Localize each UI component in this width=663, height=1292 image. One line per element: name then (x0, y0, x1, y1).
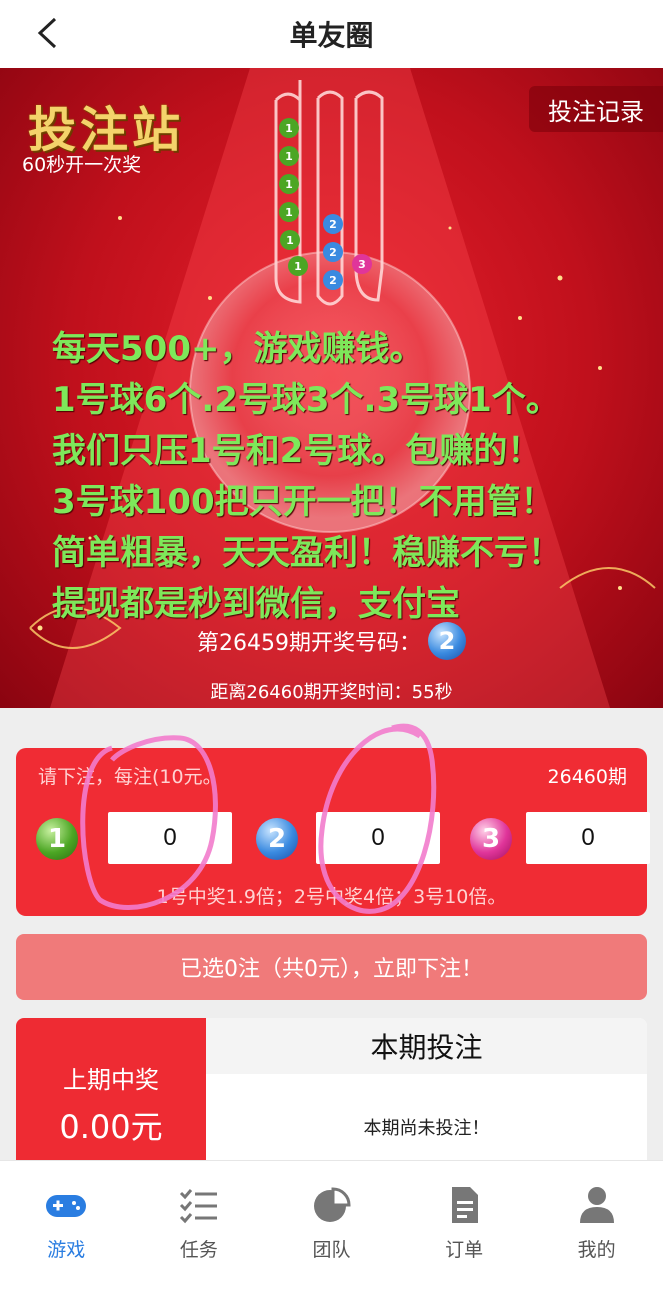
tab-profile[interactable]: 我的 (530, 1161, 663, 1292)
draw-label: 第26459期开奖号码： (197, 631, 421, 656)
draw-frequency-text: 60秒开一次奖 (22, 154, 142, 176)
tab-label: 团队 (312, 1239, 351, 1261)
bet-period: 26460期 (547, 766, 627, 788)
ball-2-bet-input[interactable] (316, 812, 440, 864)
promo-line: 每天500+，游戏赚钱。 (52, 329, 424, 369)
promo-text-block: 每天500+，游戏赚钱。 1号球6个.2号球3个.3号球1个。 我们只压1号和2… (52, 324, 562, 630)
ball-3-icon: 3 (470, 818, 512, 860)
tab-team[interactable]: 团队 (265, 1161, 398, 1292)
back-button[interactable] (22, 8, 72, 58)
ball-2-icon: 2 (256, 818, 298, 860)
svg-text:2: 2 (329, 274, 337, 287)
svg-text:2: 2 (329, 218, 337, 231)
tab-label: 游戏 (47, 1239, 86, 1261)
user-icon (579, 1187, 614, 1223)
place-bet-button[interactable]: 已选0注（共0元），立即下注！ (16, 934, 647, 1000)
bet-record-button[interactable]: 投注记录 (529, 86, 663, 132)
tab-orders[interactable]: 订单 (398, 1161, 531, 1292)
svg-text:1: 1 (285, 150, 293, 163)
tab-label: 任务 (179, 1239, 218, 1261)
lottery-banner: 1 1 1 1 1 1 2 2 2 3 投注站 60秒开一次奖 投注记录 每天5… (0, 68, 663, 708)
odds-text: 1号中奖1.9倍；2号中奖4倍；3号10倍。 (156, 886, 507, 908)
page-title: 单友圈 (289, 19, 374, 52)
gamepad-icon (46, 1195, 87, 1217)
bet-row: 1 2 3 (32, 812, 650, 866)
chevron-left-icon (37, 17, 57, 49)
draw-result-ball: 2 (428, 622, 466, 660)
document-icon (452, 1187, 479, 1223)
svg-text:1: 1 (285, 206, 293, 219)
promo-line: 我们只压1号和2号球。包赚的！ (52, 431, 542, 471)
draw-countdown: 距离26460期开奖时间：55秒 (210, 682, 453, 703)
svg-text:3: 3 (358, 258, 366, 271)
svg-text:2: 2 (329, 246, 337, 259)
promo-line: 3号球100把只开一把！不用管！ (52, 482, 555, 522)
svg-text:1: 1 (294, 260, 302, 273)
current-bets-title: 本期投注 (206, 1018, 647, 1074)
last-draw-result: 第26459期开奖号码： 2 (0, 622, 663, 660)
bet-panel: 请下注，每注(10元。 26460期 1 2 3 1号中奖1.9倍；2号中奖4倍… (16, 748, 650, 916)
bet-info-card: 上期中奖 0.00元 本期投注 本期尚未投注！ (16, 1018, 647, 1168)
svg-text:1: 1 (286, 234, 294, 247)
last-win-box: 上期中奖 0.00元 (16, 1018, 206, 1168)
ball-3-bet-input[interactable] (526, 812, 650, 864)
ball-1-bet-input[interactable] (108, 812, 232, 864)
app-root: 单友圈 1 1 1 1 1 1 2 2 2 3 投注站 60秒开一次奖 投注记录… (0, 0, 663, 1292)
task-list-icon (179, 1189, 217, 1224)
ball-1-icon: 1 (36, 818, 78, 860)
tab-label: 我的 (577, 1239, 616, 1261)
current-bets-empty-text: 本期尚未投注！ (363, 1118, 490, 1139)
tab-game[interactable]: 游戏 (0, 1161, 133, 1292)
last-win-label: 上期中奖 (63, 1066, 159, 1094)
promo-line: 简单粗暴，天天盈利！稳赚不亏！ (52, 533, 562, 573)
svg-text:1: 1 (285, 178, 293, 191)
top-nav-bar: 单友圈 (0, 0, 663, 68)
bet-hint: 请下注，每注(10元。 (38, 766, 222, 788)
promo-line: 1号球6个.2号球3个.3号球1个。 (52, 380, 560, 420)
pie-chart-icon (314, 1187, 351, 1222)
tab-label: 订单 (445, 1239, 484, 1261)
svg-text:1: 1 (285, 122, 293, 135)
last-win-value: 0.00元 (59, 1108, 163, 1146)
tab-tasks[interactable]: 任务 (133, 1161, 266, 1292)
bottom-tab-bar: 游戏 任务 团队 订单 我的 (0, 1160, 663, 1292)
